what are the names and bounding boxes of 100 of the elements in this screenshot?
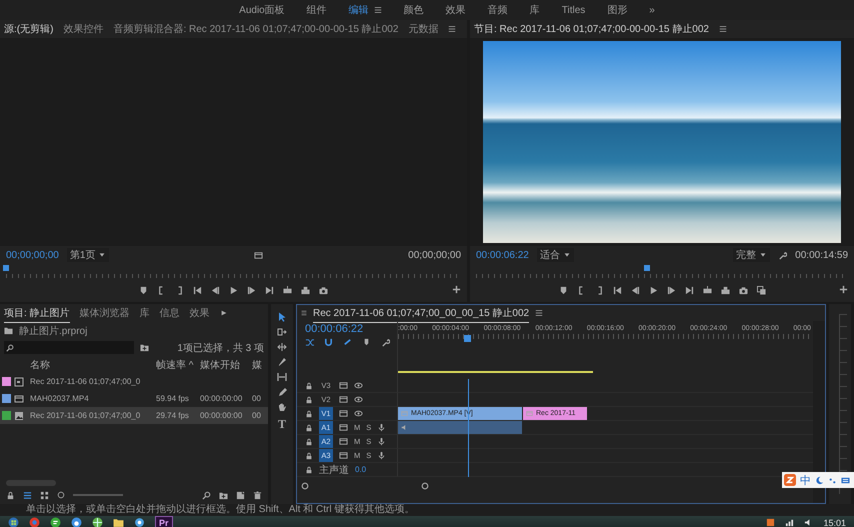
column-header[interactable]: 帧速率 ^ xyxy=(156,358,198,372)
workspace-tab[interactable]: 图形 xyxy=(607,3,628,17)
panel-tab[interactable]: 音频剪辑混合器: Rec 2017-11-06 01;07;47;00-00-00-15 静止002 xyxy=(113,20,398,38)
workspace-tab[interactable]: Audio面板 xyxy=(239,3,285,17)
go-to-in-icon[interactable] xyxy=(193,286,202,294)
panel-tab[interactable]: 库 xyxy=(140,304,150,322)
zoom-dropdown[interactable]: 适合 xyxy=(536,248,574,262)
panel-tab[interactable]: 信息 xyxy=(160,304,180,322)
lock-icon[interactable] xyxy=(305,452,313,460)
film-icon[interactable] xyxy=(339,395,348,404)
sequence-tab[interactable]: Rec 2017-11-06 01;07;47;00_00_00_15 静止002 xyxy=(313,304,530,322)
film-icon[interactable] xyxy=(339,423,348,432)
type-tool-button[interactable]: T xyxy=(278,417,286,432)
step-forward-icon[interactable] xyxy=(247,286,256,294)
go-to-in-icon[interactable] xyxy=(612,286,622,294)
timecode[interactable]: 00;00;00;00 xyxy=(6,250,59,260)
playhead[interactable] xyxy=(644,265,650,271)
in-point-icon[interactable] xyxy=(576,286,586,294)
tray-icon[interactable] xyxy=(766,518,776,527)
razor-icon[interactable] xyxy=(277,357,287,367)
lock-icon[interactable] xyxy=(305,424,313,432)
step-back-icon[interactable] xyxy=(211,286,220,294)
camera-icon[interactable] xyxy=(738,286,748,294)
network-icon[interactable] xyxy=(785,518,794,527)
browser-icon[interactable] xyxy=(29,517,40,527)
quality-dropdown[interactable]: 完整 xyxy=(733,248,770,262)
go-to-out-icon[interactable] xyxy=(265,286,274,294)
playhead[interactable] xyxy=(464,335,472,342)
new-bin-icon[interactable] xyxy=(219,490,228,500)
project-item-row[interactable]: MAH02037.MP4 59.94 fps 00:00:00:00 00 xyxy=(0,390,268,407)
lock-icon[interactable] xyxy=(305,410,313,418)
audio-clip[interactable] xyxy=(398,421,522,434)
compare-icon[interactable] xyxy=(756,286,766,294)
slip-tool-icon[interactable] xyxy=(277,372,287,382)
icon-view-icon[interactable] xyxy=(40,490,49,500)
list-view-icon[interactable] xyxy=(23,490,32,500)
marker-icon[interactable] xyxy=(139,286,148,294)
trash-icon[interactable] xyxy=(253,490,262,500)
column-header[interactable]: 媒体开始 xyxy=(200,358,250,372)
selection-tool-icon[interactable] xyxy=(277,312,287,322)
column-header[interactable]: 名称 xyxy=(30,358,154,372)
master-volume[interactable]: 0.0 xyxy=(355,465,366,474)
panel-tab[interactable]: 媒体浏览器 xyxy=(80,304,130,322)
plus-icon[interactable] xyxy=(839,285,848,294)
panel-tab[interactable]: 效果 xyxy=(190,304,210,322)
search-field[interactable] xyxy=(4,341,134,354)
project-item-row[interactable]: Rec 2017-11-06 01;07;47;00_0 xyxy=(0,373,268,390)
wrench-icon[interactable] xyxy=(381,338,390,347)
lock-icon[interactable] xyxy=(6,490,15,500)
step-forward-icon[interactable] xyxy=(666,286,676,294)
menu-icon[interactable] xyxy=(535,309,544,317)
start-orb-icon[interactable] xyxy=(8,517,19,527)
menu-icon[interactable] xyxy=(301,310,307,316)
lock-icon[interactable] xyxy=(305,466,313,474)
menu-icon[interactable] xyxy=(718,25,727,33)
mic-icon[interactable] xyxy=(377,423,386,432)
eye-icon[interactable] xyxy=(354,395,363,404)
project-item-row[interactable]: Rec 2017-11-06 01;07;47;00_0 29.74 fps 00:00:00:00 00 xyxy=(0,407,268,424)
timecode[interactable]: 00:00:06:22 xyxy=(476,250,529,260)
eye-icon[interactable] xyxy=(354,409,363,418)
insert-icon[interactable] xyxy=(702,286,712,294)
vertical-scrollbar[interactable] xyxy=(813,321,825,379)
film-icon[interactable] xyxy=(339,381,348,390)
timecode[interactable]: 00:00:06:22 xyxy=(305,323,389,335)
column-header[interactable]: 媒 xyxy=(252,358,262,372)
play-icon[interactable] xyxy=(229,286,238,294)
film-icon[interactable] xyxy=(339,437,348,446)
scroll-handle-icon[interactable] xyxy=(301,482,309,490)
ripple-edit-icon[interactable] xyxy=(277,342,287,352)
go-to-out-icon[interactable] xyxy=(684,286,694,294)
film-icon[interactable] xyxy=(254,250,264,260)
taskbar-app[interactable]: Pr xyxy=(155,516,173,527)
workspace-tab[interactable]: 组件 xyxy=(306,3,327,17)
chat-icon[interactable] xyxy=(50,517,61,527)
forward-icon[interactable] xyxy=(220,309,228,317)
lock-icon[interactable] xyxy=(305,438,313,446)
globe-icon[interactable] xyxy=(92,517,103,527)
panel-tab[interactable]: 元数据 xyxy=(408,20,438,38)
workspace-tab[interactable]: 库 xyxy=(530,3,540,17)
film-icon[interactable] xyxy=(339,451,348,460)
snap-icon[interactable] xyxy=(324,338,333,347)
track-label[interactable]: 主声道 xyxy=(319,463,349,476)
caret-icon[interactable] xyxy=(562,251,571,259)
camera-icon[interactable] xyxy=(319,286,328,294)
workspace-tab[interactable]: 编辑 xyxy=(348,3,369,17)
new-bin-icon[interactable] xyxy=(140,343,149,352)
workspace-tab[interactable]: Titles xyxy=(562,4,586,16)
panel-tab[interactable]: 项目: 静止图片 xyxy=(4,304,70,322)
caret-icon[interactable] xyxy=(759,251,768,259)
ime-mode[interactable]: 中 xyxy=(800,472,811,488)
workspace-tab[interactable]: 颜色 xyxy=(404,3,424,17)
step-back-icon[interactable] xyxy=(630,286,640,294)
insert-icon[interactable] xyxy=(283,286,292,294)
add-marker-icon[interactable] xyxy=(362,338,371,347)
gear-icon[interactable] xyxy=(134,517,145,527)
more-workspaces-button[interactable]: » xyxy=(649,4,655,16)
new-item-icon[interactable] xyxy=(236,490,245,500)
hand-tool-icon[interactable] xyxy=(277,402,287,412)
panel-tab[interactable]: 效果控件 xyxy=(63,20,104,38)
wrench-icon[interactable] xyxy=(778,250,788,260)
